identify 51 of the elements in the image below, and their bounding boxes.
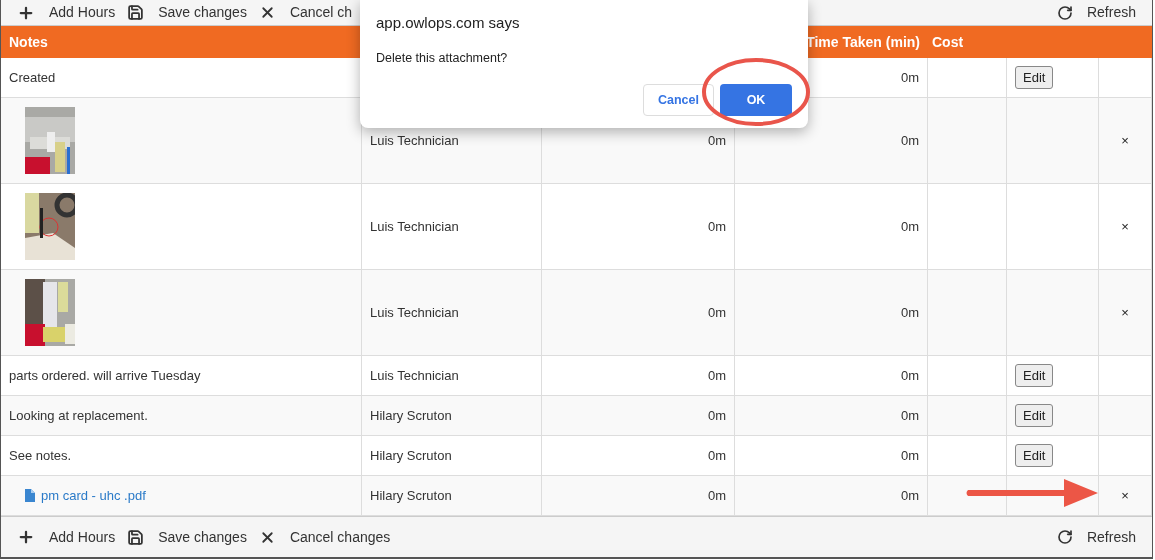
table-cell: 0m xyxy=(735,184,928,270)
table-cell: Hilary Scruton xyxy=(362,476,542,516)
save-icon xyxy=(127,4,145,21)
save-icon xyxy=(127,528,145,546)
plus-icon xyxy=(17,528,35,546)
file-link[interactable]: pm card - uhc .pdf xyxy=(25,485,146,506)
toolbar-button[interactable]: Cancel ch xyxy=(258,2,353,23)
delete-button[interactable]: × xyxy=(1121,216,1129,237)
table-cell: See notes. xyxy=(1,436,362,476)
dialog-title: app.owlops.com says xyxy=(376,13,521,33)
column-header: Notes xyxy=(8,32,49,52)
table-cell: 0m xyxy=(542,396,735,436)
column-header: Time Taken (min) xyxy=(805,32,921,52)
table-cell: 0m xyxy=(542,476,735,516)
table-cell: 0m xyxy=(542,270,735,356)
edit-button[interactable]: Edit xyxy=(1015,65,1054,90)
toolbar-button[interactable]: Save changes xyxy=(127,526,247,548)
ok-button[interactable]: OK xyxy=(720,84,792,117)
refresh-button[interactable]: Refresh xyxy=(1056,2,1136,23)
delete-button[interactable]: × xyxy=(1121,485,1129,506)
table-cell: Luis Technician xyxy=(362,356,542,396)
table-cell: 0m xyxy=(735,396,928,436)
table-cell: 0m xyxy=(735,356,928,396)
delete-button[interactable]: × xyxy=(1121,302,1129,323)
edit-button[interactable]: Edit xyxy=(1015,403,1054,428)
cancel-button[interactable]: Cancel xyxy=(643,84,714,117)
table-cell: 0m xyxy=(542,436,735,476)
table-cell: 0m xyxy=(735,436,928,476)
toolbar-button[interactable]: Add Hours xyxy=(17,2,116,23)
table-cell: 0m xyxy=(542,184,735,270)
delete-button[interactable]: × xyxy=(1121,130,1129,151)
table-cell: parts ordered. will arrive Tuesday xyxy=(1,356,362,396)
table-cell: 0m xyxy=(735,270,928,356)
dialog-message: Delete this attachment? xyxy=(376,49,509,67)
table-cell: Luis Technician xyxy=(362,270,542,356)
toolbar-button[interactable]: Save changes xyxy=(127,2,247,23)
table-cell: Luis Technician xyxy=(362,184,542,270)
toolbar-button[interactable]: Cancel changes xyxy=(258,526,391,548)
edit-button[interactable]: Edit xyxy=(1015,443,1054,468)
table-cell: Hilary Scruton xyxy=(362,396,542,436)
table-cell: 0m xyxy=(735,476,928,516)
table-cell: Hilary Scruton xyxy=(362,436,542,476)
table-cell: 0m xyxy=(542,356,735,396)
toolbar-button[interactable]: Add Hours xyxy=(17,526,116,548)
refresh-icon xyxy=(1056,4,1073,21)
refresh-icon xyxy=(1056,529,1073,545)
refresh-button[interactable]: Refresh xyxy=(1056,526,1136,548)
edit-button[interactable]: Edit xyxy=(1015,363,1054,388)
file-icon xyxy=(25,489,35,502)
table-cell: Looking at replacement. xyxy=(1,396,362,436)
column-header: Cost xyxy=(931,32,965,52)
